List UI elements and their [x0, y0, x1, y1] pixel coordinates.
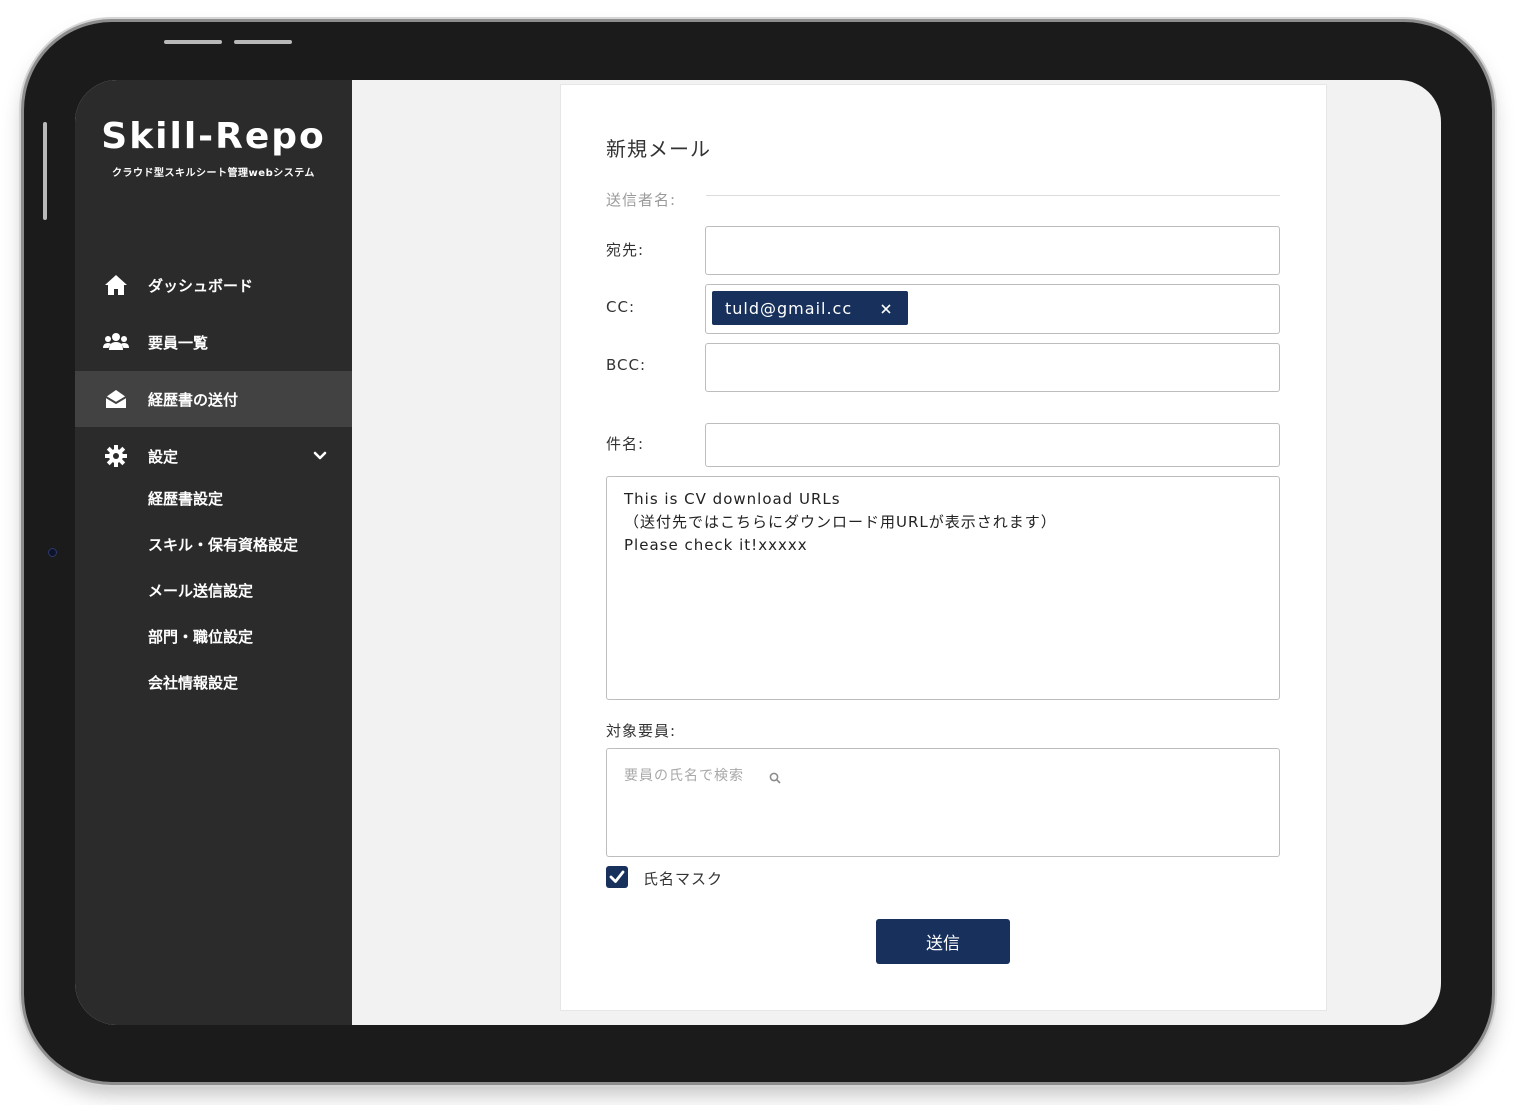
sender-name-field: [706, 195, 1280, 196]
sidebar-item-dashboard[interactable]: ダッシュボード: [75, 257, 352, 313]
sender-label: 送信者名:: [606, 191, 677, 209]
sidebar-subitem-cv-settings[interactable]: 経歴書設定: [148, 488, 223, 509]
mail-body-line: （送付先ではこちらにダウンロード用URLが表示されます）: [624, 513, 1057, 531]
to-input[interactable]: [705, 226, 1280, 275]
sidebar-subitem-skill-settings[interactable]: スキル・保有資格設定: [148, 534, 298, 555]
search-icon: [769, 769, 781, 784]
volume-button: [164, 40, 222, 44]
mail-body-textarea[interactable]: This is CV download URLs （送付先ではこちらにダウンロー…: [606, 476, 1280, 700]
cc-chip-label: tuld@gmail.cc: [725, 298, 853, 318]
new-mail-card: 新規メール 送信者名: 宛先: CC: tuld@gmail.cc BCC: 件…: [560, 84, 1327, 1011]
sidebar-subitem-company-settings[interactable]: 会社情報設定: [148, 672, 238, 693]
cc-input[interactable]: tuld@gmail.cc: [705, 284, 1280, 334]
app-screen: Skill-Repo クラウド型スキルシート管理webシステム ダッシュボード …: [75, 80, 1441, 1025]
staff-search-input[interactable]: 要員の氏名で検索: [606, 748, 1280, 857]
bcc-label: BCC:: [606, 356, 647, 374]
sidebar-item-label: ダッシュボード: [148, 276, 254, 295]
sidebar-item-label: 要員一覧: [148, 333, 209, 352]
sidebar: Skill-Repo クラウド型スキルシート管理webシステム ダッシュボード …: [75, 80, 352, 1025]
cc-label: CC:: [606, 298, 636, 316]
cc-chip: tuld@gmail.cc: [712, 291, 908, 325]
to-label: 宛先:: [606, 241, 645, 259]
sidebar-subitem-department-settings[interactable]: 部門・職位設定: [148, 626, 253, 647]
search-placeholder: 要員の氏名で検索: [624, 768, 744, 784]
sidebar-item-label: 経歴書の送付: [148, 390, 239, 409]
subject-input[interactable]: [705, 423, 1280, 467]
home-icon: [103, 272, 129, 298]
sidebar-item-label: 設定: [148, 447, 179, 466]
sidebar-item-send-cv[interactable]: 経歴書の送付: [75, 371, 352, 427]
sidebar-subitem-mail-settings[interactable]: メール送信設定: [148, 580, 253, 601]
checkmark-icon: [609, 870, 625, 883]
sidebar-item-settings[interactable]: 設定: [75, 428, 352, 484]
volume-button: [234, 40, 292, 44]
camera-dot: [48, 548, 57, 557]
subject-label: 件名:: [606, 435, 645, 453]
mail-body-line: This is CV download URLs: [624, 490, 841, 508]
power-button: [43, 122, 47, 220]
close-icon[interactable]: [879, 301, 893, 315]
app-logo-title: Skill-Repo: [101, 116, 326, 157]
app-logo-subtitle: クラウド型スキルシート管理webシステム: [112, 168, 315, 179]
target-staff-label: 対象要員:: [606, 722, 677, 740]
send-button[interactable]: 送信: [876, 919, 1010, 964]
users-icon: [103, 329, 129, 355]
name-mask-checkbox[interactable]: [606, 866, 628, 888]
sidebar-item-staff-list[interactable]: 要員一覧: [75, 314, 352, 370]
page-title: 新規メール: [606, 137, 711, 161]
bcc-input[interactable]: [705, 343, 1280, 392]
chevron-down-icon[interactable]: [312, 448, 328, 464]
name-mask-label: 氏名マスク: [643, 870, 724, 888]
gear-icon: [103, 443, 129, 469]
envelope-open-icon: [103, 386, 129, 412]
mail-body-line: Please check it!xxxxx: [624, 536, 808, 554]
